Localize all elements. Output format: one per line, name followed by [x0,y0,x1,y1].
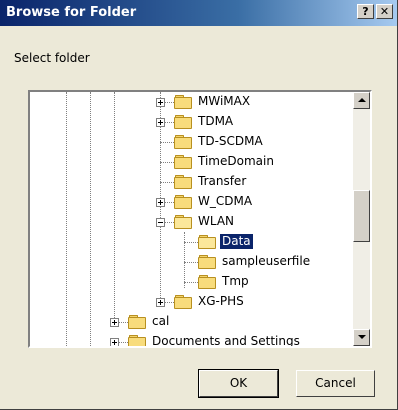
tree-item-data[interactable]: Data [30,232,350,252]
cancel-button[interactable]: Cancel [296,370,375,397]
expand-icon[interactable] [110,318,119,327]
tree-item-td-scdma[interactable]: TD-SCDMA [30,132,350,152]
tree-item-label: sampleuserfile [222,254,311,268]
tree-item-label: MWiMAX [198,94,251,108]
arrow-up-icon [358,98,366,102]
folder-tree[interactable]: MWiMAX TDMA TD-SCDMA TimeDomain Transfer [28,90,372,348]
scroll-down-button[interactable] [353,329,370,346]
folder-icon [198,275,216,289]
tree-item-wlan[interactable]: WLAN [30,212,350,232]
tree-item-label: TD-SCDMA [198,134,263,148]
title-bar[interactable]: Browse for Folder ? ✕ [0,0,397,26]
window-title: Browse for Folder [6,5,137,20]
tree-item-label: TimeDomain [198,154,274,168]
tree-item-transfer[interactable]: Transfer [30,172,350,192]
expand-icon[interactable] [156,198,165,207]
tree-item-tmp[interactable]: Tmp [30,272,350,292]
tree-item-label: Tmp [222,274,249,288]
tree-item-w-cdma[interactable]: W_CDMA [30,192,350,212]
arrow-down-icon [358,335,366,339]
folder-icon [128,315,146,329]
expand-icon[interactable] [156,98,165,107]
tree-item-label: Data [219,233,254,250]
tree-item-label: WLAN [198,214,235,228]
tree-item-documents-and-settings[interactable]: Documents and Settings [30,332,350,348]
tree-item-xg-phs[interactable]: XG-PHS [30,292,350,312]
tree-item-timedomain[interactable]: TimeDomain [30,152,350,172]
tree-item-tdma[interactable]: TDMA [30,112,350,132]
vertical-scrollbar[interactable] [353,92,370,346]
ok-button[interactable]: OK [198,369,279,398]
expand-icon[interactable] [110,338,119,346]
tree-item-sampleuserfile[interactable]: sampleuserfile [30,252,350,272]
tree-item-label: cal [152,314,170,328]
tree-item-label: Transfer [198,174,247,188]
tree-item-label: W_CDMA [198,194,253,208]
scroll-up-button[interactable] [353,92,370,109]
folder-icon [174,115,192,129]
folder-icon [174,195,192,209]
tree-item-mwimax[interactable]: MWiMAX [30,92,350,112]
folder-icon [174,295,192,309]
folder-icon [174,95,192,109]
collapse-icon[interactable] [156,218,165,227]
open-folder-icon [198,235,216,249]
folder-icon [174,175,192,189]
tree-item-cal[interactable]: cal [30,312,350,332]
help-button[interactable]: ? [357,4,374,19]
open-folder-icon [174,215,192,229]
expand-icon[interactable] [156,298,165,307]
tree-item-label: XG-PHS [198,294,244,308]
close-button[interactable]: ✕ [376,4,393,19]
folder-icon [174,135,192,149]
tree-item-label: Documents and Settings [152,334,300,348]
expand-icon[interactable] [156,118,165,127]
folder-icon [198,255,216,269]
scroll-thumb[interactable] [353,190,370,242]
select-folder-prompt: Select folder [14,51,90,65]
browse-for-folder-dialog: Browse for Folder ? ✕ Select folder MWiM… [0,0,398,410]
folder-icon [174,155,192,169]
folder-icon [128,335,146,346]
tree-item-label: TDMA [198,114,234,128]
